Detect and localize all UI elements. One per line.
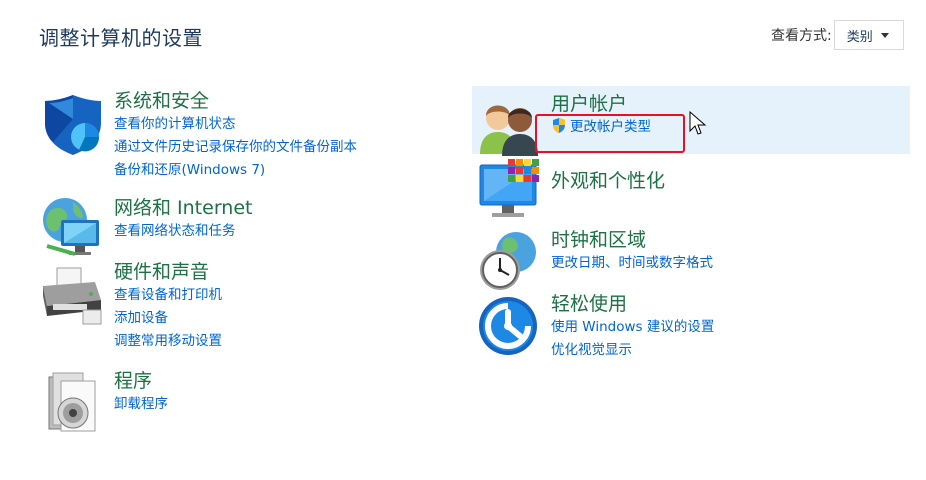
accessibility-icon[interactable] <box>476 292 544 360</box>
category-appearance: 外观和个性化 <box>476 157 906 217</box>
category-network-internet: 网络和 Internet 查看网络状态和任务 <box>39 196 459 256</box>
network-globe-icon[interactable] <box>39 196 107 264</box>
printer-icon[interactable] <box>39 260 107 328</box>
category-title-clock-region[interactable]: 时钟和区域 <box>551 228 713 252</box>
link-file-history-backup[interactable]: 通过文件历史记录保存你的文件备份副本 <box>114 136 357 159</box>
category-title-appearance[interactable]: 外观和个性化 <box>551 169 665 193</box>
clock-globe-icon[interactable] <box>476 228 544 296</box>
view-by-control: 查看方式: 类别 <box>771 20 904 50</box>
view-by-label: 查看方式: <box>771 28 832 44</box>
category-clock-region: 时钟和区域 更改日期、时间或数字格式 <box>476 228 906 290</box>
category-system-security: 系统和安全 查看你的计算机状态 通过文件历史记录保存你的文件备份副本 备份和还原… <box>39 89 459 184</box>
category-title-system-security[interactable]: 系统和安全 <box>114 89 357 113</box>
link-view-devices-printers[interactable]: 查看设备和打印机 <box>114 284 222 307</box>
link-mobility-settings[interactable]: 调整常用移动设置 <box>114 330 222 353</box>
category-title-network-internet[interactable]: 网络和 Internet <box>114 196 252 220</box>
page-title: 调整计算机的设置 <box>39 26 203 50</box>
link-windows-recommended-settings[interactable]: 使用 Windows 建议的设置 <box>551 316 714 339</box>
chevron-down-icon <box>880 32 889 38</box>
link-optimize-visual-display[interactable]: 优化视觉显示 <box>551 339 714 362</box>
link-backup-restore-win7[interactable]: 备份和还原(Windows 7) <box>114 159 357 182</box>
shield-icon[interactable] <box>39 89 107 157</box>
link-add-device[interactable]: 添加设备 <box>114 307 222 330</box>
view-by-value: 类别 <box>846 29 873 45</box>
link-uninstall-program[interactable]: 卸载程序 <box>114 393 168 416</box>
category-title-user-accounts[interactable]: 用户帐户 <box>551 92 651 116</box>
view-by-dropdown[interactable]: 类别 <box>833 20 904 50</box>
category-title-hardware-sound[interactable]: 硬件和声音 <box>114 260 222 284</box>
category-title-programs[interactable]: 程序 <box>114 369 168 393</box>
programs-disc-icon[interactable] <box>39 369 107 437</box>
mouse-cursor-icon <box>689 111 707 135</box>
annotation-red-box <box>535 114 685 153</box>
link-change-date-time-format[interactable]: 更改日期、时间或数字格式 <box>551 252 713 275</box>
monitor-tiles-icon[interactable] <box>476 157 544 225</box>
link-view-network-status[interactable]: 查看网络状态和任务 <box>114 220 252 243</box>
category-ease-of-access: 轻松使用 使用 Windows 建议的设置 优化视觉显示 <box>476 292 906 360</box>
category-title-ease-of-access[interactable]: 轻松使用 <box>551 292 714 316</box>
users-icon[interactable] <box>476 92 544 160</box>
category-programs: 程序 卸载程序 <box>39 369 459 437</box>
category-hardware-sound: 硬件和声音 查看设备和打印机 添加设备 调整常用移动设置 <box>39 260 459 355</box>
link-view-computer-status[interactable]: 查看你的计算机状态 <box>114 113 357 136</box>
